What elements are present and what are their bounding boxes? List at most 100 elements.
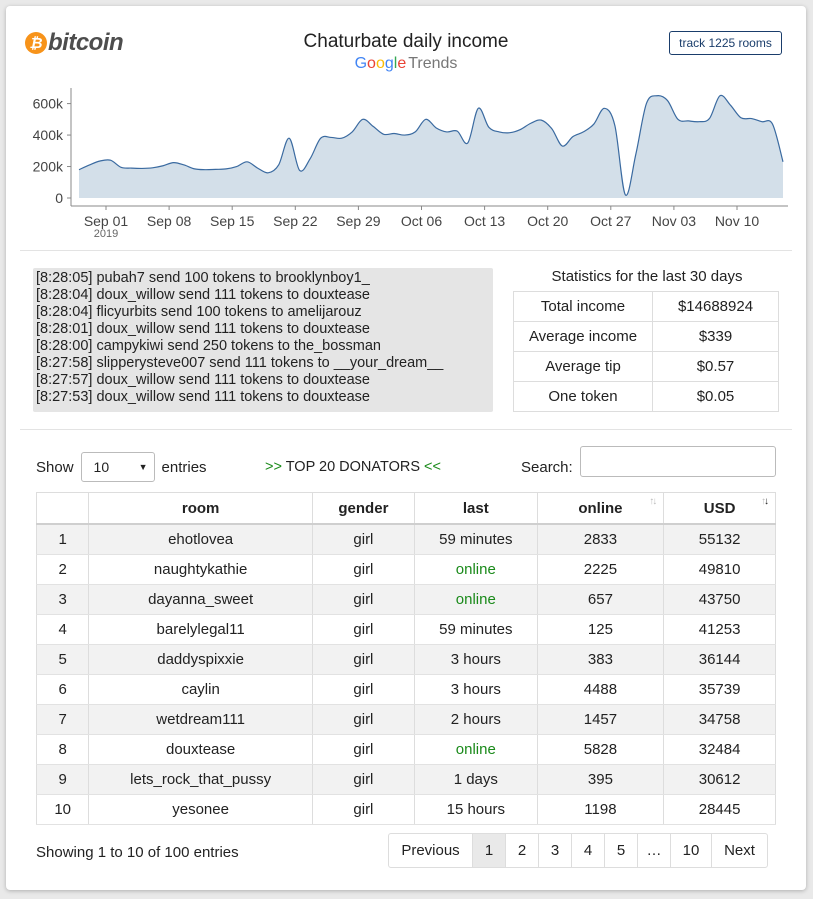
log-line: [8:28:04] doux_willow send 111 tokens to… [36,287,370,303]
previous-page-button[interactable]: Previous [389,834,473,867]
cell-online: 2225 [536,554,665,585]
cell-room[interactable]: caylin [88,674,313,705]
table-row[interactable]: 5 daddyspixxie girl 3 hours 383 36144 [35,644,776,675]
page-button-4[interactable]: 4 [572,834,605,867]
sort-icon[interactable]: ↑↓ [649,496,657,507]
table-info: Showing 1 to 10 of 100 entries [36,844,239,861]
entries-select[interactable]: 10 ▼ [80,452,155,482]
entries-value: 10 [93,459,110,475]
x-tick-label: Oct 06 [401,213,442,229]
cell-gender: girl [311,704,415,735]
cell-n: 4 [35,614,90,645]
table-row[interactable]: 4 barelylegal11 girl 59 minutes 125 41253 [35,614,776,645]
google-letter: o [367,55,376,72]
cell-room[interactable]: lets_rock_that_pussy [88,764,313,795]
cell-n: 8 [35,734,90,765]
top-donators-link[interactable]: >> TOP 20 DONATORS << [265,459,441,475]
cell-online: 657 [536,584,665,615]
cell-last: 59 minutes [413,614,538,645]
x-tick-label: Sep 15 [210,213,255,229]
column-header-room[interactable]: room [88,492,313,525]
search-input[interactable] [580,446,776,477]
cell-n: 5 [35,644,90,675]
cell-gender: girl [311,614,415,645]
donators-table: room gender last online ↑↓ USD ↑↓ 1 ehotlovea gi… [35,492,776,825]
cell-n: 6 [35,674,90,705]
cell-usd: 49810 [663,554,776,585]
cell-room[interactable]: douxtease [88,734,313,765]
y-tick-label: 0 [55,190,63,206]
column-header-last[interactable]: last [413,492,538,525]
divider [20,429,792,430]
cell-room[interactable]: naughtykathie [88,554,313,585]
cell-usd: 30612 [663,764,776,795]
log-line: [8:28:00] campykiwi send 250 tokens to t… [36,338,381,354]
cell-online: 5828 [536,734,665,765]
column-header-online[interactable]: online ↑↓ [536,492,665,525]
cell-room[interactable]: yesonee [88,794,313,825]
track-rooms-button[interactable]: track 1225 rooms [669,31,782,55]
page-button-2[interactable]: 2 [506,834,539,867]
cell-usd: 32484 [663,734,776,765]
log-line: [8:27:53] doux_willow send 111 tokens to… [36,389,370,405]
cell-gender: girl [311,764,415,795]
x-tick-label: Sep 29 [336,213,381,229]
next-page-button[interactable]: Next [712,834,767,867]
table-row[interactable]: 10 yesonee girl 15 hours 1198 28445 [35,794,776,825]
cell-online: 4488 [536,674,665,705]
cell-n: 1 [35,524,90,555]
right-chevrons: << [424,459,441,475]
left-chevrons: >> [265,459,282,475]
cell-last: 15 hours [413,794,538,825]
stats-row: Average income $339 [513,321,779,352]
x-tick-label: Sep 08 [147,213,192,229]
income-chart: 0 200k 400k 600k Sep 01 Sep 08 Sep 15 Sep 22 Sep… [33,88,788,240]
google-letter: e [397,55,407,72]
table-row[interactable]: 7 wetdream111 girl 2 hours 1457 34758 [35,704,776,735]
y-tick-label: 600k [33,96,64,112]
cell-room[interactable]: ehotlovea [88,524,313,555]
cell-room[interactable]: dayanna_sweet [88,584,313,615]
table-row[interactable]: 9 lets_rock_that_pussy girl 1 days 395 30612 [35,764,776,795]
table-row[interactable]: 3 dayanna_sweet girl online 657 43750 [35,584,776,615]
column-header-gender[interactable]: gender [311,492,415,525]
table-row[interactable]: 2 naughtykathie girl online 2225 49810 [35,554,776,585]
stats-label: Total income [513,291,653,322]
cell-room[interactable]: wetdream111 [88,704,313,735]
page-button-5[interactable]: 5 [605,834,638,867]
log-line: [8:27:57] doux_willow send 111 tokens to… [36,372,370,388]
stats-row: One token $0.05 [513,381,779,412]
page-button-1[interactable]: 1 [473,834,506,867]
column-header-index [35,492,90,525]
cell-usd: 36144 [663,644,776,675]
cell-room[interactable]: barelylegal11 [88,614,313,645]
top-donators-text: TOP 20 DONATORS [281,459,425,475]
cell-gender: girl [311,794,415,825]
main-card: ₿ bitcoin Chaturbate daily income Google… [6,6,806,890]
column-header-label: USD [703,499,736,517]
cell-last: 3 hours [413,674,538,705]
cell-usd: 41253 [663,614,776,645]
column-header-label: room [181,499,220,517]
cell-last: 2 hours [413,704,538,735]
table-row[interactable]: 1 ehotlovea girl 59 minutes 2833 55132 [35,524,776,555]
x-tick-label: Sep 22 [273,213,318,229]
cell-gender: girl [311,734,415,765]
table-row[interactable]: 6 caylin girl 3 hours 4488 35739 [35,674,776,705]
chart-area [79,95,783,198]
log-line: [8:28:01] doux_willow send 111 tokens to… [36,321,370,337]
stats-label: Average income [513,321,653,352]
cell-room[interactable]: daddyspixxie [88,644,313,675]
stats-value: $0.57 [652,351,779,382]
cell-last: 59 minutes [413,524,538,555]
page-button-3[interactable]: 3 [539,834,572,867]
column-header-usd[interactable]: USD ↑↓ [663,492,776,525]
page-button-10[interactable]: 10 [671,834,712,867]
cell-online: 383 [536,644,665,675]
cell-n: 3 [35,584,90,615]
stats-title: Statistics for the last 30 days [551,268,743,285]
sort-icon[interactable]: ↑↓ [761,496,769,507]
cell-usd: 43750 [663,584,776,615]
table-row[interactable]: 8 douxtease girl online 5828 32484 [35,734,776,765]
show-label: Show [36,458,74,476]
